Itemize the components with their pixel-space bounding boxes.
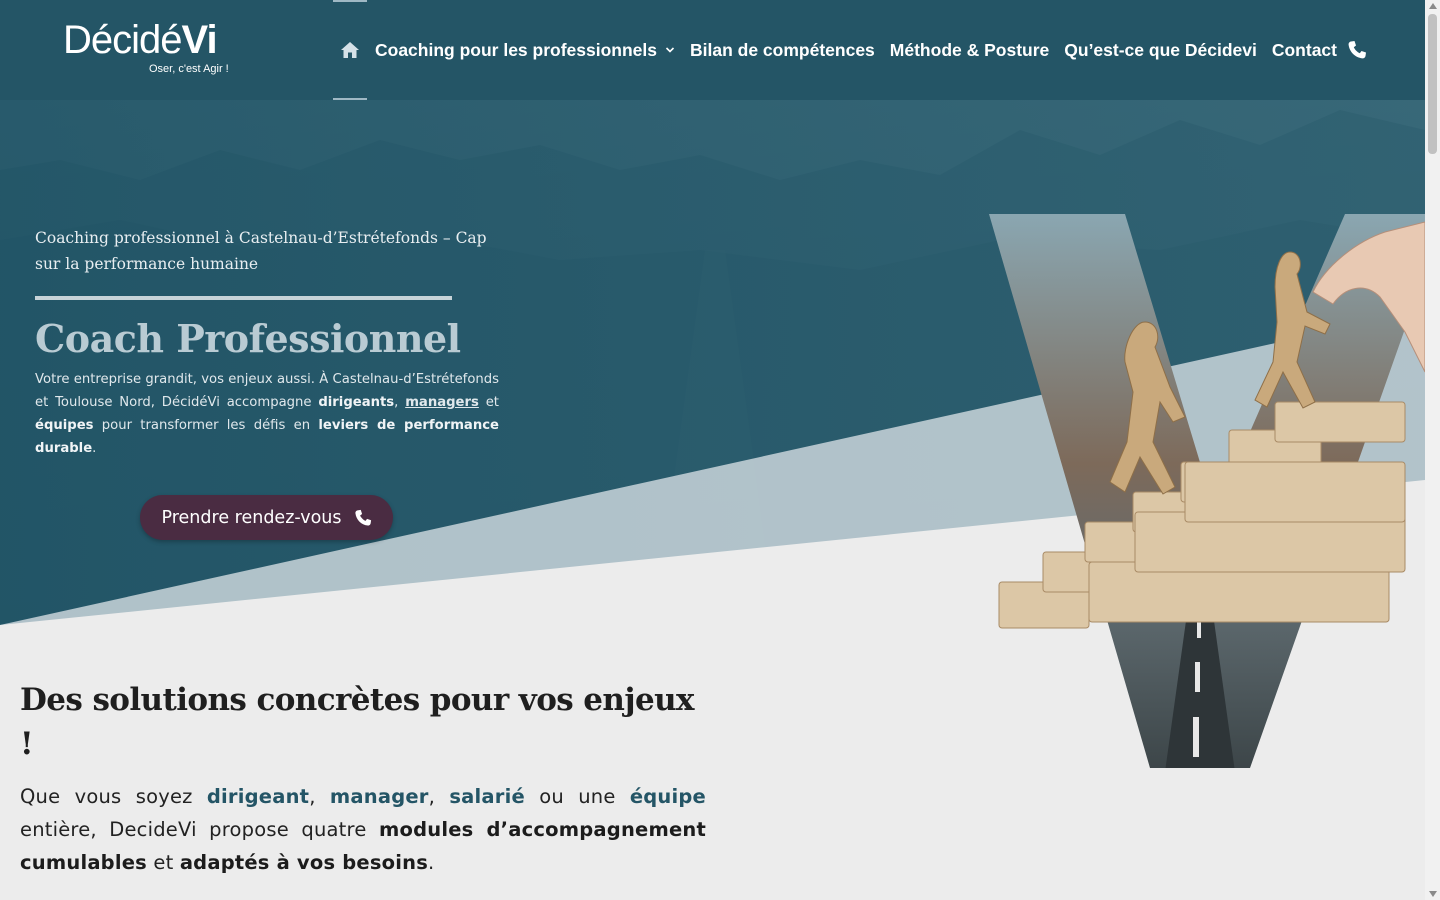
- hero-description: Votre entreprise grandit, vos enjeux aus…: [35, 372, 499, 456]
- nav-home[interactable]: [333, 0, 367, 100]
- vertical-scrollbar[interactable]: [1425, 0, 1440, 900]
- nav-item-label: Coaching pour les professionnels: [375, 39, 657, 60]
- phone-icon: [354, 509, 371, 526]
- solutions-section: Des solutions concrètes pour vos enjeux …: [20, 678, 706, 879]
- nav-item-label: Contact: [1271, 39, 1337, 60]
- section-paragraph: Que vous soyez dirigeant, manager, salar…: [20, 785, 706, 874]
- hero-illustration: [989, 214, 1425, 768]
- scrollbar-thumb[interactable]: [1428, 14, 1437, 154]
- managers-link[interactable]: managers: [405, 395, 479, 410]
- nav-item-label: Méthode & Posture: [889, 39, 1050, 60]
- nav-item-contact[interactable]: Contact: [1272, 40, 1367, 61]
- appointment-button[interactable]: Prendre rendez-vous: [140, 495, 393, 540]
- hero-content: Coaching professionnel à Castelnau-d’Est…: [35, 225, 499, 460]
- home-icon: [341, 42, 359, 58]
- section-title: Des solutions concrètes pour vos enjeux …: [20, 682, 695, 762]
- scroll-down-arrow[interactable]: [1429, 891, 1437, 897]
- nav-item-bilan[interactable]: Bilan de compétences: [690, 40, 875, 61]
- page: DécidéVi Oser, c'est Agir ! Coaching pou…: [0, 0, 1425, 900]
- phone-icon: [1348, 41, 1366, 59]
- chevron-down-icon: [665, 47, 675, 53]
- nav-item-about[interactable]: Qu’est-ce que Décidevi: [1064, 40, 1257, 61]
- hero-divider: [35, 296, 452, 300]
- nav-item-label: Qu’est-ce que Décidevi: [1064, 39, 1257, 60]
- hero-title: Coach Professionnel: [35, 316, 461, 361]
- nav-item-coaching[interactable]: Coaching pour les professionnels: [375, 40, 675, 61]
- nav-item-methode[interactable]: Méthode & Posture: [890, 40, 1049, 61]
- nav-item-label: Bilan de compétences: [690, 39, 875, 60]
- main-nav: Coaching pour les professionnels Bilan d…: [333, 0, 1382, 100]
- logo-tagline: Oser, c'est Agir !: [149, 63, 229, 75]
- scroll-up-arrow[interactable]: [1429, 3, 1437, 9]
- site-header: DécidéVi Oser, c'est Agir ! Coaching pou…: [0, 0, 1425, 100]
- logo-wordmark: DécidéVi: [63, 18, 218, 62]
- logo[interactable]: DécidéVi Oser, c'est Agir !: [63, 18, 229, 75]
- hero-subtitle: Coaching professionnel à Castelnau-d’Est…: [35, 229, 487, 273]
- appointment-button-label: Prendre rendez-vous: [161, 507, 342, 528]
